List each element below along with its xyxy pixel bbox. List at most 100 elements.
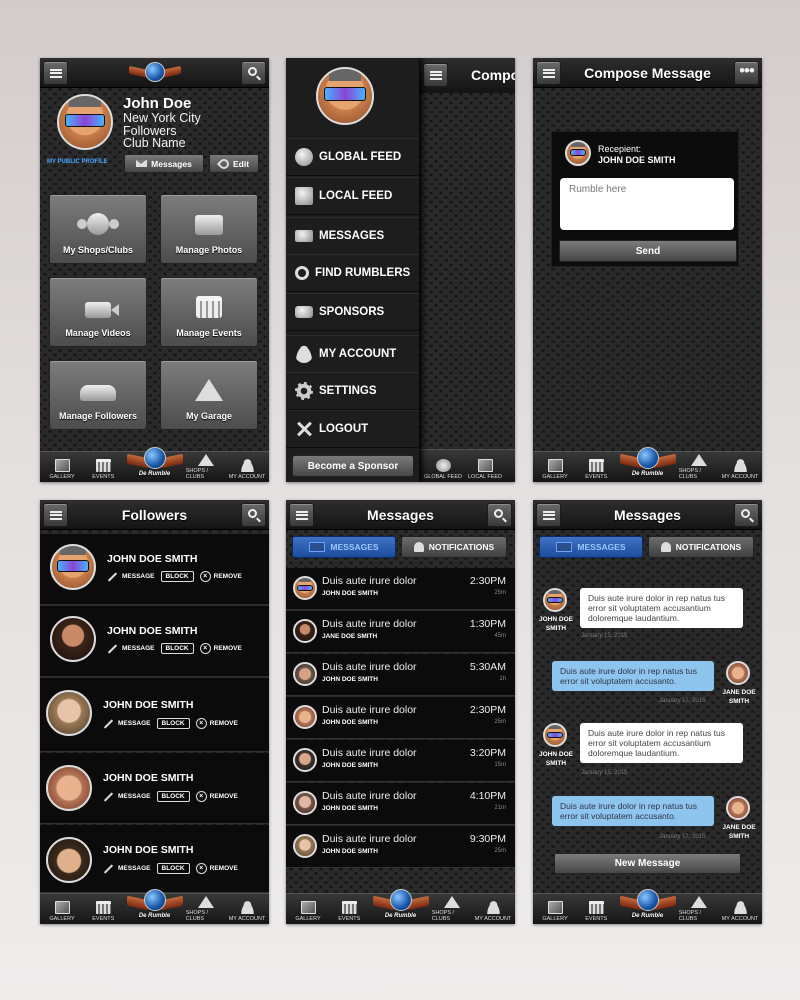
edit-button[interactable]: Edit <box>209 154 259 173</box>
block-button[interactable]: BLOCK <box>156 863 190 874</box>
menu-button[interactable] <box>536 503 561 527</box>
menu-item-my-account[interactable]: MY ACCOUNT <box>286 335 419 373</box>
tab-my-account[interactable]: MY ACCOUNT <box>720 901 760 922</box>
remove-action[interactable]: × REMOVE <box>199 571 242 582</box>
message-action[interactable]: MESSAGE <box>107 644 155 654</box>
person-icon <box>239 901 255 914</box>
gallery-icon <box>54 901 70 914</box>
avatar <box>46 765 92 811</box>
message-action[interactable]: MESSAGE <box>103 719 151 729</box>
message-action[interactable]: MESSAGE <box>103 792 151 802</box>
globe-icon <box>143 889 166 911</box>
message-row[interactable]: Duis aute irure dolor JANE DOE SMITH 1:30P… <box>286 611 515 653</box>
handshake-icon <box>295 306 313 318</box>
tab-notifications[interactable]: NOTIFICATIONS <box>648 536 754 558</box>
remove-action[interactable]: × REMOVE <box>195 863 238 874</box>
tab-notifications[interactable]: NOTIFICATIONS <box>401 536 507 558</box>
follower-name: JOHN DOE SMITH <box>107 625 198 637</box>
message-action[interactable]: MESSAGE <box>103 864 151 874</box>
message-input[interactable]: Rumble here <box>560 178 734 230</box>
tab-label: MESSAGES <box>577 542 626 552</box>
tab-label: SHOPS / CLUBS <box>185 468 209 480</box>
message-row[interactable]: Duis aute irure dolor JOHN DOE SMITH 4:10P… <box>286 783 515 825</box>
tile-manage-followers[interactable]: Manage Followers <box>49 360 147 430</box>
tile-my-shops-clubs[interactable]: My Shops/Clubs <box>49 194 147 264</box>
remove-action[interactable]: × REMOVE <box>195 718 238 729</box>
menu-item-sponsors[interactable]: SPONSORS <box>286 293 419 331</box>
tab-home-logo[interactable]: De Rumble <box>618 447 678 480</box>
menu-button[interactable] <box>289 503 314 527</box>
tab-home-logo[interactable]: De Rumble <box>618 889 678 922</box>
tab-gallery[interactable]: GALLERY <box>42 459 82 480</box>
tab-my-account[interactable]: MY ACCOUNT <box>720 459 760 480</box>
messages-button[interactable]: Messages <box>124 154 204 173</box>
tile-manage-photos[interactable]: Manage Photos <box>160 194 258 264</box>
tab-label: EVENTS <box>585 474 608 480</box>
logo-text: De Rumble <box>384 913 417 919</box>
tab-my-account[interactable]: MY ACCOUNT <box>227 901 267 922</box>
tab-my-account[interactable]: MY ACCOUNT <box>227 459 267 480</box>
tab-events[interactable]: EVENTS <box>329 901 369 922</box>
tile-manage-events[interactable]: Manage Events <box>160 277 258 347</box>
menu-button[interactable] <box>43 503 68 527</box>
public-profile-link[interactable]: MY PUBLIC PROFILE <box>47 159 108 165</box>
block-button[interactable]: BLOCK <box>160 571 194 582</box>
tab-gallery[interactable]: GALLERY <box>42 901 82 922</box>
become-sponsor-button[interactable]: Become a Sponsor <box>292 455 414 477</box>
menu-button[interactable] <box>536 61 561 85</box>
tab-local-feed[interactable]: LOCAL FEED <box>465 459 505 480</box>
tab-shops-clubs[interactable]: SHOPS / CLUBS <box>679 896 719 922</box>
menu-item-logout[interactable]: LOGOUT <box>286 410 419 448</box>
tile-my-garage[interactable]: My Garage <box>160 360 258 430</box>
menu-item-settings[interactable]: SETTINGS <box>286 372 419 410</box>
menu-button[interactable] <box>423 63 448 87</box>
tab-events[interactable]: EVENTS <box>576 459 616 480</box>
page-title: Messages <box>367 506 434 523</box>
search-button[interactable] <box>241 503 266 527</box>
gallery-icon <box>300 901 316 914</box>
search-button[interactable] <box>487 503 512 527</box>
send-button[interactable]: Send <box>559 240 737 262</box>
menu-item-local-feed[interactable]: LOCAL FEED <box>286 177 419 215</box>
tab-shops-clubs[interactable]: SHOPS / CLUBS <box>186 896 226 922</box>
tab-gallery[interactable]: GALLERY <box>535 901 575 922</box>
new-message-button[interactable]: New Message <box>554 853 741 874</box>
profile-name: John Doe <box>123 95 192 112</box>
tab-gallery[interactable]: GALLERY <box>288 901 328 922</box>
block-button[interactable]: BLOCK <box>156 791 190 802</box>
tab-events[interactable]: EVENTS <box>576 901 616 922</box>
tab-gallery[interactable]: GALLERY <box>535 459 575 480</box>
more-button[interactable]: ••• <box>734 61 759 85</box>
tab-my-account[interactable]: MY ACCOUNT <box>473 901 513 922</box>
remove-action[interactable]: × REMOVE <box>199 643 242 654</box>
tab-shops-clubs[interactable]: SHOPS / CLUBS <box>679 454 719 480</box>
tab-home-logo[interactable]: De Rumble <box>371 889 431 922</box>
tab-messages[interactable]: MESSAGES <box>539 536 643 558</box>
tab-shops-clubs[interactable]: SHOPS / CLUBS <box>186 454 226 480</box>
tab-messages[interactable]: MESSAGES <box>292 536 396 558</box>
message-row[interactable]: Duis aute irure dolor JOHN DOE SMITH 2:30P… <box>286 568 515 610</box>
remove-action[interactable]: × REMOVE <box>195 791 238 802</box>
message-row[interactable]: Duis aute irure dolor JOHN DOE SMITH 5:30A… <box>286 654 515 696</box>
block-button[interactable]: BLOCK <box>160 643 194 654</box>
block-button[interactable]: BLOCK <box>156 718 190 729</box>
search-button[interactable] <box>241 61 266 85</box>
message-row[interactable]: Duis aute irure dolor JOHN DOE SMITH 9:30P… <box>286 826 515 868</box>
menu-button[interactable] <box>43 61 68 85</box>
tab-home-logo[interactable]: De Rumble <box>125 447 185 480</box>
menu-item-find-rumblers[interactable]: FIND RUMBLERS <box>286 254 419 292</box>
tab-home-logo[interactable]: De Rumble <box>125 889 185 922</box>
tab-events[interactable]: EVENTS <box>83 459 123 480</box>
message-bubble: Duis aute irure dolor in rep natus tus e… <box>552 796 714 826</box>
tab-events[interactable]: EVENTS <box>83 901 123 922</box>
message-row[interactable]: Duis aute irure dolor JOHN DOE SMITH 3:20P… <box>286 740 515 782</box>
menu-item-global-feed[interactable]: GLOBAL FEED <box>286 138 419 176</box>
message-row[interactable]: Duis aute irure dolor JOHN DOE SMITH 2:30P… <box>286 697 515 739</box>
tile-manage-videos[interactable]: Manage Videos <box>49 277 147 347</box>
tab-global-feed[interactable]: GLOBAL FEED <box>423 459 463 480</box>
message-action[interactable]: MESSAGE <box>107 572 155 582</box>
menu-item-messages[interactable]: MESSAGES <box>286 217 419 255</box>
tab-shops-clubs[interactable]: SHOPS / CLUBS <box>432 896 472 922</box>
close-icon <box>295 420 313 438</box>
search-button[interactable] <box>734 503 759 527</box>
